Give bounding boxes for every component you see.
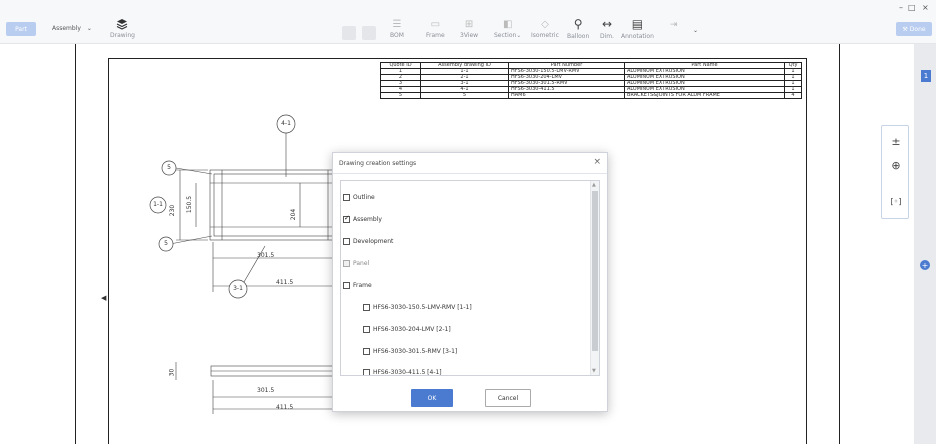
frame-item-label: HFS6-3030-150.5-LMV-RMV [1-1]	[373, 304, 472, 311]
dimension-label: 301.5	[257, 252, 275, 259]
frame-item-label: HFS6-3030-411.5 [4-1]	[373, 369, 442, 376]
frame-item-checkbox[interactable]	[363, 326, 370, 333]
scroll-down-icon[interactable]: ▼	[592, 368, 596, 374]
dimension-label: 230	[169, 204, 177, 217]
balloon-label: 5	[164, 240, 168, 247]
option-outline[interactable]: Outline	[343, 194, 375, 201]
dimension-label: 411.5	[276, 279, 294, 286]
balloon-label: 4-1	[281, 120, 291, 127]
option-label: Outline	[353, 194, 375, 201]
balloon-label: 1-1	[153, 201, 163, 208]
option-assembly[interactable]: Assembly	[343, 214, 382, 223]
zoom-in-icon[interactable]: ⊕	[886, 156, 906, 174]
cancel-button[interactable]: Cancel	[485, 389, 531, 407]
option-label: Frame	[353, 282, 372, 289]
ok-button[interactable]: OK	[411, 389, 453, 407]
option-label: Assembly	[353, 216, 382, 223]
drawing-settings-dialog: Drawing creation settings × Outline Asse…	[332, 152, 608, 412]
balloon-label: 3-1	[233, 285, 243, 292]
development-checkbox[interactable]	[343, 238, 350, 245]
options-list[interactable]: Outline Assembly Development Panel Frame…	[340, 180, 600, 376]
zoom-panel: ± ⊕ [◦]	[881, 125, 909, 219]
panel-checkbox	[343, 260, 350, 267]
dimension-label: 30	[168, 368, 176, 377]
fit-view-icon[interactable]: ±	[886, 132, 906, 150]
frame-item[interactable]: HFS6-3030-301.5-RMV [3-1]	[363, 348, 457, 355]
outline-checkbox[interactable]	[343, 194, 350, 201]
frame-item[interactable]: HFS6-3030-411.5 [4-1]	[363, 369, 442, 376]
dimension-label: 150.5	[186, 195, 194, 214]
frame-item[interactable]: HFS6-3030-204-LMV [2-1]	[363, 326, 451, 333]
option-label: Development	[353, 238, 394, 245]
frame-checkbox[interactable]	[343, 282, 350, 289]
dimension-label: 411.5	[276, 404, 294, 411]
balloon-label: 5	[167, 164, 171, 171]
focus-icon[interactable]: [◦]	[886, 192, 906, 210]
assembly-checkbox[interactable]	[343, 214, 350, 223]
close-icon[interactable]: ×	[593, 157, 601, 167]
frame-item-label: HFS6-3030-204-LMV [2-1]	[373, 326, 451, 333]
frame-item-checkbox[interactable]	[363, 348, 370, 355]
option-panel: Panel	[343, 260, 369, 267]
dialog-divider	[333, 173, 607, 174]
scrollbar-thumb[interactable]	[592, 191, 598, 351]
frame-item-checkbox[interactable]	[363, 304, 370, 311]
scroll-up-icon[interactable]: ▲	[592, 182, 596, 188]
add-sheet-icon[interactable]: +	[920, 260, 930, 270]
frame-item[interactable]: HFS6-3030-150.5-LMV-RMV [1-1]	[363, 304, 472, 311]
dimension-label: 204	[290, 208, 298, 221]
frame-item-checkbox[interactable]	[363, 369, 370, 375]
frame-item-label: HFS6-3030-301.5-RMV [3-1]	[373, 348, 458, 355]
right-side-strip	[914, 44, 936, 444]
option-development[interactable]: Development	[343, 238, 393, 245]
option-label: Panel	[353, 260, 370, 267]
dimension-label: 301.5	[257, 387, 275, 394]
page-badge[interactable]: 1	[921, 70, 931, 82]
dialog-title: Drawing creation settings	[339, 160, 417, 167]
scrollbar[interactable]: ▲ ▼	[590, 181, 599, 375]
option-frame[interactable]: Frame	[343, 282, 372, 289]
